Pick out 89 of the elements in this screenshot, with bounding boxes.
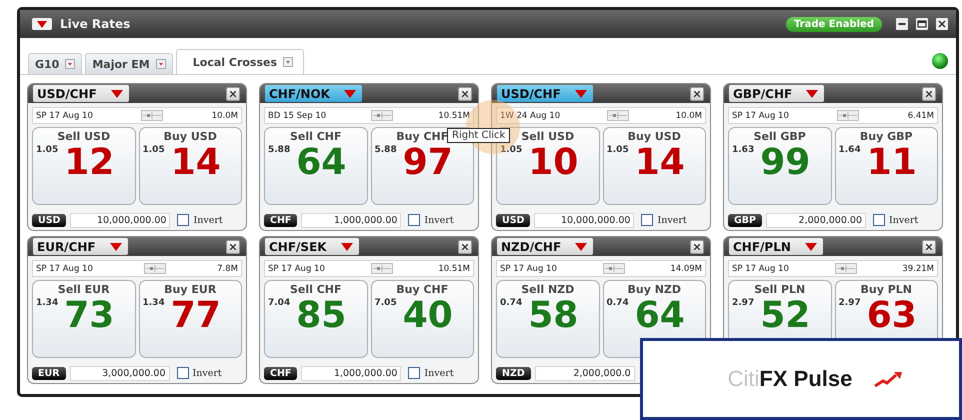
currency-pair-selector[interactable]: USD/CHF bbox=[33, 85, 129, 102]
brand-logo-text: CitiFX Pulse bbox=[728, 366, 852, 392]
value-date-field[interactable]: 1W 24 Aug 10 10.0M bbox=[496, 107, 706, 124]
currency-badge[interactable]: EUR bbox=[32, 366, 66, 380]
liquidity-size: 10.51M bbox=[438, 264, 470, 274]
dropdown-arrow-icon bbox=[344, 90, 356, 98]
trade-status-badge: Trade Enabled bbox=[786, 16, 882, 32]
invert-checkbox[interactable] bbox=[408, 367, 420, 379]
currency-badge[interactable]: USD bbox=[496, 214, 530, 226]
amount-field[interactable]: 3,000,000.00 bbox=[70, 366, 170, 380]
currency-badge[interactable]: NZD bbox=[496, 366, 531, 380]
value-date-field[interactable]: BD 15 Sep 10 10.51M bbox=[264, 107, 474, 124]
tab[interactable]: G10 bbox=[28, 53, 82, 74]
invert-label: Invert bbox=[889, 214, 918, 226]
invert-checkbox[interactable] bbox=[873, 214, 886, 226]
currency-pair-selector[interactable]: NZD/CHF bbox=[497, 238, 594, 255]
invert-label: Invert bbox=[424, 368, 454, 378]
dropdown-arrow-icon bbox=[340, 242, 353, 250]
dropdown-arrow-icon bbox=[110, 90, 123, 98]
close-icon bbox=[926, 90, 932, 96]
currency-badge[interactable]: GBP bbox=[728, 214, 762, 226]
tooltip: Right Click bbox=[447, 128, 510, 143]
value-date-field[interactable]: SP 17 Aug 10 10.51M bbox=[264, 260, 474, 277]
close-icon bbox=[926, 244, 932, 250]
currency-pair-selector[interactable]: USD/CHF bbox=[497, 85, 593, 102]
amount-field[interactable]: 2,000,000.0 bbox=[534, 366, 635, 380]
currency-pair-selector[interactable]: CHF/SEK bbox=[265, 238, 359, 255]
close-button[interactable] bbox=[458, 86, 472, 100]
currency-badge[interactable]: USD bbox=[32, 214, 66, 226]
dropdown-arrow-icon bbox=[37, 20, 47, 28]
currency-pair-selector[interactable]: GBP/CHF bbox=[729, 85, 824, 102]
dropdown-arrow-icon bbox=[574, 90, 587, 98]
liquidity-size: 14.09M bbox=[670, 264, 702, 274]
amount-field[interactable]: 1,000,000.00 bbox=[301, 366, 402, 380]
amount-field[interactable]: 1,000,000.00 bbox=[301, 212, 402, 228]
close-icon bbox=[936, 18, 948, 30]
liquidity-size: 6.41M bbox=[908, 110, 934, 120]
tab[interactable]: Major EM bbox=[85, 53, 173, 74]
invert-checkbox[interactable] bbox=[177, 214, 190, 226]
amount-field[interactable]: 10,000,000.00 bbox=[534, 212, 634, 228]
minimize-button[interactable] bbox=[896, 18, 908, 30]
window-title: Live Rates bbox=[60, 17, 132, 31]
liquidity-size: 10.0M bbox=[212, 110, 238, 120]
close-icon bbox=[230, 90, 236, 96]
close-button[interactable] bbox=[922, 86, 936, 100]
currency-badge[interactable]: CHF bbox=[264, 214, 298, 226]
liquidity-size: 10.0M bbox=[676, 110, 702, 120]
currency-pair-selector[interactable]: CHF/NOK bbox=[265, 85, 362, 102]
invert-label: Invert bbox=[193, 214, 223, 226]
amount-field[interactable]: 2,000,000.00 bbox=[766, 212, 866, 228]
window-menu-button[interactable] bbox=[32, 18, 52, 30]
currency-pair-selector[interactable]: CHF/PLN bbox=[729, 238, 823, 255]
value-date-field[interactable]: SP 17 Aug 10 7.8M bbox=[32, 260, 242, 277]
invert-label: Invert bbox=[657, 214, 687, 226]
close-button[interactable] bbox=[458, 240, 472, 254]
trend-arrow-icon bbox=[874, 370, 904, 388]
dropdown-arrow-icon bbox=[575, 242, 588, 250]
maximize-icon bbox=[916, 18, 928, 30]
close-icon bbox=[230, 244, 236, 250]
value-date-field[interactable]: SP 17 Aug 10 6.41M bbox=[728, 107, 938, 124]
amount-field[interactable]: 10,000,000.00 bbox=[70, 212, 170, 228]
close-icon bbox=[694, 244, 700, 250]
tab[interactable]: Local Crosses bbox=[176, 49, 304, 74]
currency-pair-selector[interactable]: EUR/CHF bbox=[33, 238, 128, 255]
liquidity-size: 7.8M bbox=[217, 264, 238, 274]
value-date-field[interactable]: SP 17 Aug 10 10.0M bbox=[32, 107, 242, 124]
close-button[interactable] bbox=[936, 18, 948, 30]
liquidity-size: 39.21M bbox=[902, 264, 934, 274]
dropdown-arrow-icon bbox=[804, 242, 817, 250]
maximize-button[interactable] bbox=[916, 18, 928, 30]
close-button[interactable] bbox=[226, 240, 240, 254]
invert-checkbox[interactable] bbox=[408, 214, 420, 226]
invert-checkbox[interactable] bbox=[176, 367, 189, 379]
invert-checkbox[interactable] bbox=[641, 214, 654, 226]
close-button[interactable] bbox=[690, 86, 704, 100]
close-icon bbox=[694, 90, 700, 96]
dropdown-arrow-icon bbox=[110, 242, 122, 250]
close-button[interactable] bbox=[226, 86, 240, 100]
invert-label: Invert bbox=[192, 368, 222, 378]
close-icon bbox=[462, 90, 468, 96]
value-date-field[interactable]: SP 17 Aug 10 14.09M bbox=[496, 260, 706, 277]
dropdown-arrow-icon bbox=[806, 90, 818, 98]
close-button[interactable] bbox=[690, 240, 704, 254]
liquidity-size: 10.51M bbox=[438, 110, 470, 120]
invert-label: Invert bbox=[424, 214, 454, 226]
close-icon bbox=[462, 244, 468, 250]
currency-badge[interactable]: CHF bbox=[264, 366, 298, 380]
value-date-field[interactable]: SP 17 Aug 10 39.21M bbox=[728, 260, 938, 277]
close-button[interactable] bbox=[922, 240, 936, 254]
